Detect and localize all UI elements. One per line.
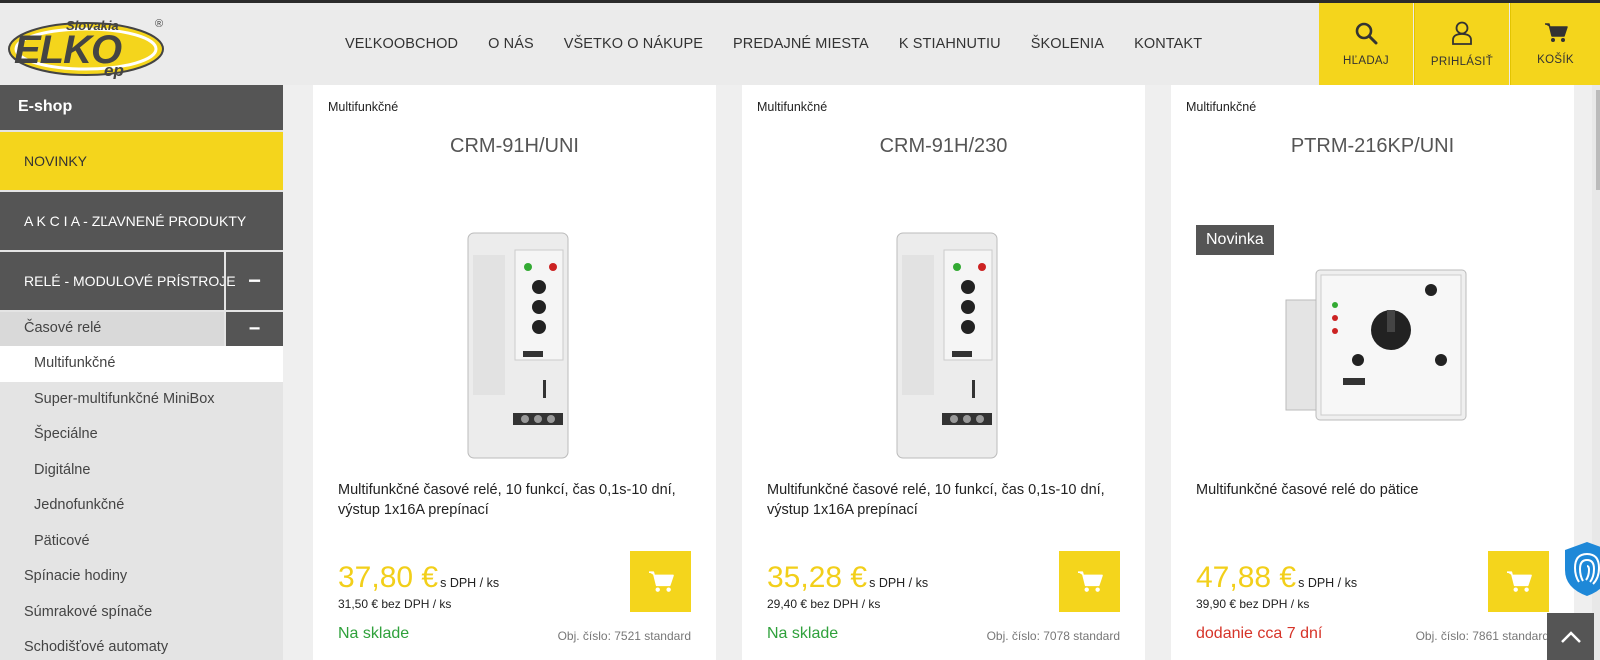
elko-logo[interactable]: Slovakia ® ELKO ep: [6, 13, 170, 80]
product-category: Multifunkčné: [328, 100, 399, 114]
product-name[interactable]: CRM-91H/UNI: [313, 135, 716, 158]
cart-label: KOŠÍK: [1537, 54, 1574, 66]
product-description: Multifunkčné časové relé, 10 funkcí, čas…: [338, 482, 676, 518]
back-to-top-button[interactable]: [1547, 613, 1594, 660]
cart-icon: [1077, 570, 1103, 592]
product-card[interactable]: Multifunkčné CRM-91H/UNI Multifunkčné ča…: [313, 85, 716, 660]
sidebar-item-jednofunkcne[interactable]: Jednofunkčné: [0, 488, 283, 524]
nav-o-nas[interactable]: O NÁS: [488, 36, 534, 52]
main-nav: VEĽKOOBCHOD O NÁS VŠETKO O NÁKUPE PREDAJ…: [330, 3, 1217, 85]
product-name[interactable]: PTRM-216KP/UNI: [1171, 135, 1574, 158]
nav-vsetko-o-nakupe[interactable]: VŠETKO O NÁKUPE: [564, 36, 703, 52]
scrollbar-thumb[interactable]: [1596, 90, 1600, 190]
product-image[interactable]: [822, 215, 1072, 465]
product-description: Multifunkčné časové relé do pätice: [1196, 482, 1419, 498]
price-value: 37,80 €: [338, 561, 439, 594]
cart-button[interactable]: KOŠÍK: [1511, 3, 1600, 85]
collapse-toggle[interactable]: −: [224, 312, 283, 346]
add-to-cart-button[interactable]: [1488, 551, 1549, 612]
product-image[interactable]: [1251, 215, 1501, 465]
search-button[interactable]: HĽADAJ: [1319, 3, 1413, 85]
price-suffix: s DPH / ks: [440, 576, 500, 590]
order-number: Obj. číslo: 7078 standard: [986, 629, 1120, 643]
sidebar-item-specialne[interactable]: Špeciálne: [0, 417, 283, 453]
order-number: Obj. číslo: 7861 standard: [1415, 629, 1549, 643]
category-sidebar: E-shop NOVINKY A K C I A - ZĽAVNENÉ PROD…: [0, 85, 283, 660]
add-to-cart-button[interactable]: [630, 551, 691, 612]
nav-kontakt[interactable]: KONTAKT: [1134, 36, 1202, 52]
new-badge: Novinka: [1196, 225, 1274, 255]
sidebar-item-rele[interactable]: RELÉ - MODULOVÉ PRÍSTROJE −: [0, 252, 283, 310]
cart-icon: [648, 570, 674, 592]
order-number: Obj. číslo: 7521 standard: [557, 629, 691, 643]
collapse-toggle[interactable]: −: [224, 252, 283, 310]
price-suffix: s DPH / ks: [869, 576, 929, 590]
fingerprint-icon[interactable]: [1563, 540, 1600, 598]
sidebar-item-digitalne[interactable]: Digitálne: [0, 453, 283, 489]
product-price: 37,80 € s DPH / ks: [338, 561, 499, 595]
sidebar-item-multifunkcne[interactable]: Multifunkčné: [0, 346, 283, 382]
sidebar-item-sumrakove-spinace[interactable]: Súmrakové spínače: [0, 595, 283, 631]
product-price-net: 39,90 € bez DPH / ks: [1196, 597, 1310, 611]
nav-skolenia[interactable]: ŠKOLENIA: [1031, 36, 1104, 52]
stock-status: Na sklade: [767, 625, 839, 642]
product-description: Multifunkčné časové relé, 10 funkcí, čas…: [767, 482, 1105, 518]
sidebar-item-casove-rele[interactable]: Časové relé −: [0, 312, 283, 346]
stock-status: Na sklade: [338, 625, 410, 642]
site-header: Slovakia ® ELKO ep VEĽKOOBCHOD O NÁS VŠE…: [0, 3, 1600, 85]
cart-icon: [1506, 570, 1532, 592]
product-name[interactable]: CRM-91H/230: [742, 135, 1145, 158]
search-icon: [1355, 22, 1378, 45]
product-card[interactable]: Multifunkčné PTRM-216KP/UNI Novinka Mult…: [1171, 85, 1574, 660]
svg-text:ep: ep: [104, 61, 124, 79]
sidebar-item-label: Časové relé: [24, 320, 102, 336]
chevron-up-icon: [1560, 630, 1581, 643]
sidebar-item-novinky[interactable]: NOVINKY: [0, 132, 283, 190]
price-suffix: s DPH / ks: [1298, 576, 1358, 590]
price-value: 35,28 €: [767, 561, 868, 594]
product-image[interactable]: [393, 215, 643, 465]
product-card[interactable]: Multifunkčné CRM-91H/230 Multifunkčné ča…: [742, 85, 1145, 660]
nav-predajne-miesta[interactable]: PREDAJNÉ MIESTA: [733, 36, 869, 52]
cart-icon: [1544, 23, 1568, 42]
search-label: HĽADAJ: [1343, 55, 1389, 67]
svg-text:®: ®: [155, 18, 163, 30]
user-icon: [1452, 21, 1472, 45]
stock-status: dodanie cca 7 dní: [1196, 625, 1323, 642]
sidebar-item-super-multifunkcne[interactable]: Super-multifunkčné MiniBox: [0, 382, 283, 418]
product-price: 47,88 € s DPH / ks: [1196, 561, 1357, 595]
sidebar-item-spinacie-hodiny[interactable]: Spínacie hodiny: [0, 559, 283, 595]
nav-velkoobchod[interactable]: VEĽKOOBCHOD: [345, 36, 458, 52]
product-category: Multifunkčné: [1186, 100, 1257, 114]
nav-k-stiahnutiu[interactable]: K STIAHNUTIU: [899, 36, 1001, 52]
price-value: 47,88 €: [1196, 561, 1297, 594]
product-category: Multifunkčné: [757, 100, 828, 114]
login-button[interactable]: PRIHLÁSIŤ: [1415, 3, 1509, 85]
add-to-cart-button[interactable]: [1059, 551, 1120, 612]
sidebar-item-paticove[interactable]: Päticové: [0, 524, 283, 560]
product-price-net: 29,40 € bez DPH / ks: [767, 597, 881, 611]
sidebar-title: E-shop: [0, 85, 283, 130]
sidebar-item-akcia[interactable]: A K C I A - ZĽAVNENÉ PRODUKTY: [0, 192, 283, 250]
sidebar-item-schodistove-automaty[interactable]: Schodišťové automaty: [0, 630, 283, 660]
sidebar-item-label: A K C I A - ZĽAVNENÉ PRODUKTY: [24, 213, 247, 229]
login-label: PRIHLÁSIŤ: [1430, 56, 1494, 68]
product-price: 35,28 € s DPH / ks: [767, 561, 928, 595]
sidebar-item-label: RELÉ - MODULOVÉ PRÍSTROJE: [24, 273, 236, 289]
product-price-net: 31,50 € bez DPH / ks: [338, 597, 452, 611]
